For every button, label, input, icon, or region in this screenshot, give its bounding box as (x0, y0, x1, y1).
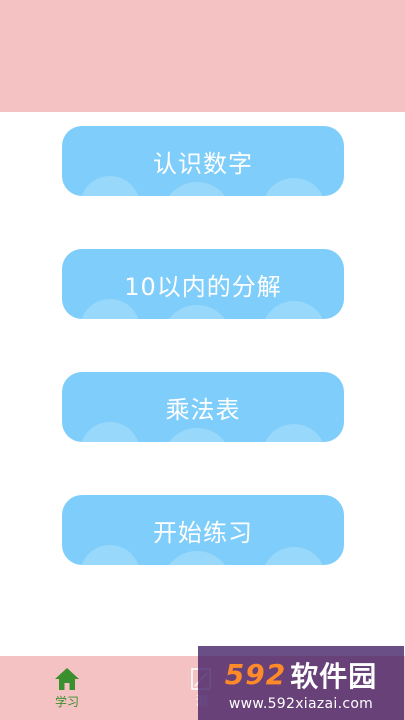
bubble-decoration (80, 545, 140, 565)
bubble-decoration (162, 428, 232, 442)
menu-label: 乘法表 (165, 395, 241, 424)
tab-learn[interactable]: 学习 (38, 656, 96, 720)
bubble-decoration (262, 424, 326, 442)
bubble-decoration (262, 547, 326, 565)
tab-learn-label: 学习 (54, 694, 79, 709)
top-banner (0, 0, 405, 112)
watermark-url: www.592xiazai.com (228, 695, 374, 712)
bubble-decoration (162, 305, 232, 319)
recognize-numbers-button[interactable]: 认识数字 (62, 126, 344, 196)
bubble-decoration (162, 182, 232, 196)
menu-label: 认识数字 (153, 149, 253, 178)
menu-label: 开始练习 (153, 518, 253, 547)
menu-label: 10以内的分解 (124, 272, 282, 301)
start-practice-button[interactable]: 开始练习 (62, 495, 344, 565)
watermark-digits: 592 (224, 658, 287, 691)
bubble-decoration (80, 299, 140, 319)
bubble-decoration (262, 178, 326, 196)
home-icon (55, 667, 79, 690)
decompose-within-10-button[interactable]: 10以内的分解 (62, 249, 344, 319)
bubble-decoration (80, 422, 140, 442)
watermark-text: 软件园 (290, 659, 378, 693)
multiplication-table-button[interactable]: 乘法表 (62, 372, 344, 442)
bubble-decoration (262, 301, 326, 319)
bubble-decoration (162, 551, 232, 565)
bubble-decoration (80, 176, 140, 196)
watermark: 592 软件园 www.592xiazai.com (198, 646, 404, 720)
watermark-title: 592 软件园 (225, 655, 377, 695)
